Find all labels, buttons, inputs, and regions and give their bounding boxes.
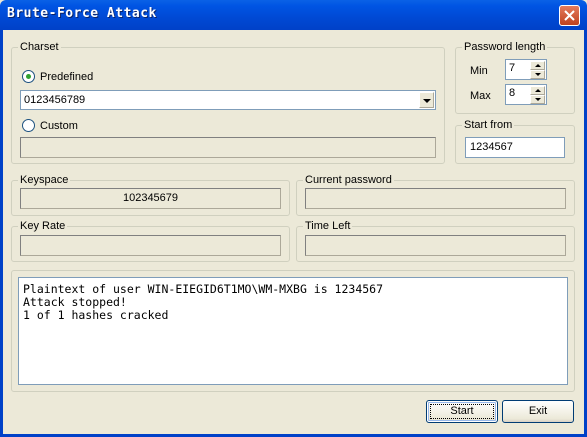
max-label: Max	[470, 90, 491, 102]
password-length-legend: Password length	[462, 40, 548, 54]
max-length-stepper[interactable]: 8	[505, 84, 547, 105]
custom-radio[interactable]	[22, 119, 35, 132]
title-bar[interactable]: Brute-Force Attack	[0, 0, 587, 30]
close-icon	[564, 10, 575, 21]
log-line: 1 of 1 hashes cracked	[23, 308, 169, 322]
custom-label: Custom	[40, 120, 78, 132]
keyspace-field: 102345679	[20, 188, 281, 209]
min-up-arrow-icon[interactable]	[530, 61, 545, 70]
max-down-arrow-icon[interactable]	[530, 95, 545, 104]
focus-ring	[430, 404, 494, 419]
start-from-legend: Start from	[462, 118, 515, 132]
predefined-charset-value: 0123456789	[24, 94, 86, 106]
max-length-value: 8	[509, 87, 516, 99]
time-left-field	[305, 235, 566, 256]
window-title: Brute-Force Attack	[7, 6, 157, 21]
chevron-down-icon[interactable]	[419, 92, 434, 108]
key-rate-legend: Key Rate	[18, 219, 68, 233]
exit-button-label: Exit	[528, 405, 548, 417]
current-password-legend: Current password	[303, 173, 394, 187]
current-password-field	[305, 188, 566, 209]
start-from-value: 1234567	[470, 141, 513, 153]
predefined-radio[interactable]	[22, 70, 35, 83]
custom-charset-field[interactable]	[20, 137, 436, 158]
exit-button[interactable]: Exit	[502, 400, 574, 423]
close-button[interactable]	[559, 5, 580, 26]
min-down-arrow-icon[interactable]	[530, 70, 545, 79]
log-output[interactable]: Plaintext of user WIN-EIEGID6T1MO\WM-MXB…	[18, 277, 568, 385]
predefined-label: Predefined	[40, 71, 94, 83]
max-up-arrow-icon[interactable]	[530, 86, 545, 95]
keyspace-legend: Keyspace	[18, 173, 71, 187]
start-from-input[interactable]: 1234567	[465, 137, 565, 158]
charset-legend: Charset	[18, 40, 61, 54]
predefined-charset-select[interactable]: 0123456789	[20, 90, 436, 110]
start-button[interactable]: Start	[426, 400, 498, 423]
time-left-legend: Time Left	[303, 219, 353, 233]
key-rate-field	[20, 235, 281, 256]
keyspace-value: 102345679	[122, 192, 179, 204]
min-length-stepper[interactable]: 7	[505, 59, 547, 80]
min-label: Min	[470, 65, 488, 77]
min-length-value: 7	[509, 62, 516, 74]
